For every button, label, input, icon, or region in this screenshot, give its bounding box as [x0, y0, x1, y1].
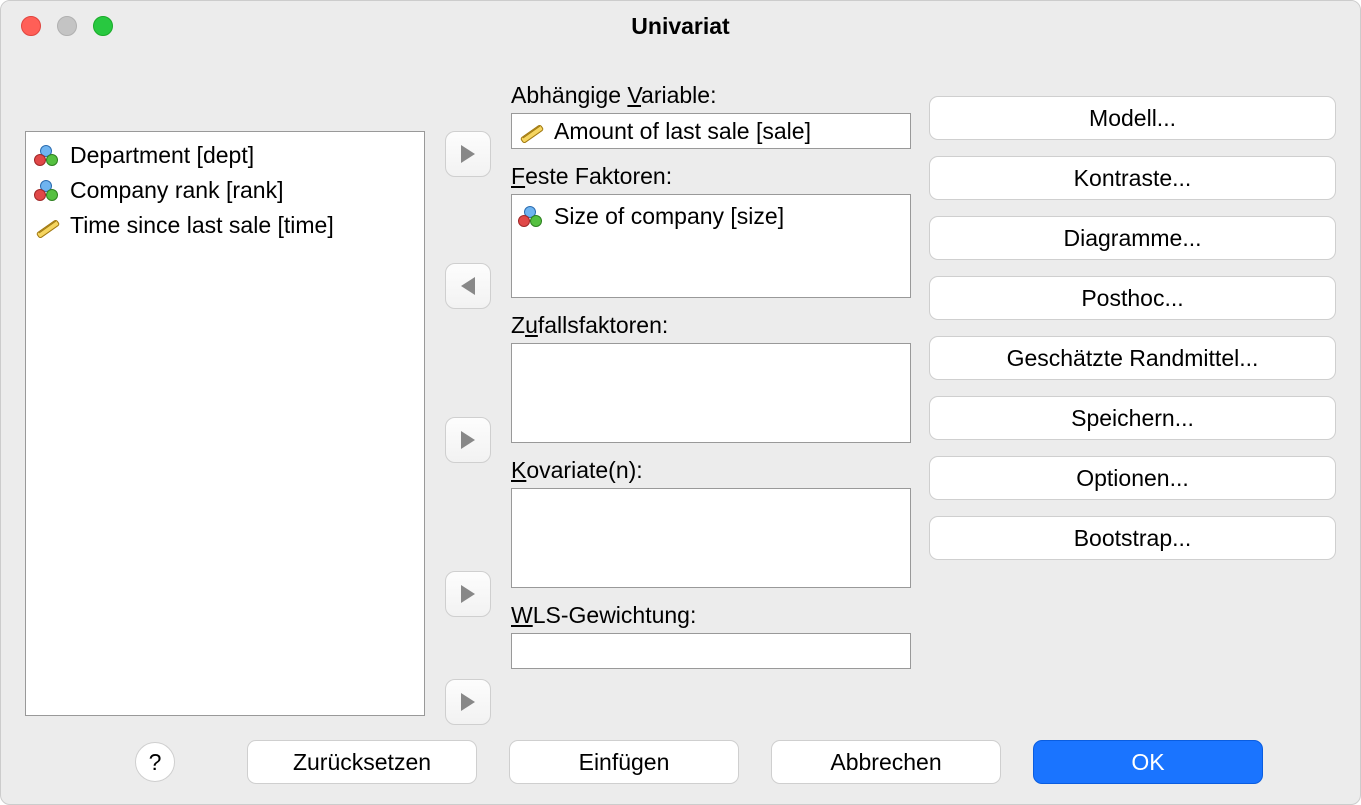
random-factors-field[interactable]	[511, 343, 911, 443]
move-to-wls-button[interactable]	[445, 679, 491, 725]
variable-label: Department [dept]	[70, 140, 254, 171]
source-variable-list[interactable]: Department [dept] Company rank [rank] Ti…	[25, 131, 425, 716]
dialog-body: Department [dept] Company rank [rank] Ti…	[1, 56, 1360, 804]
scale-icon	[518, 119, 546, 143]
zoom-window-button[interactable]	[93, 16, 113, 36]
model-button[interactable]: Modell...	[929, 96, 1336, 140]
fixed-factors-field[interactable]: Size of company [size]	[511, 194, 911, 298]
dependent-variable-label: Abhängige Variable:	[511, 82, 911, 109]
nominal-icon	[518, 205, 546, 229]
wls-weight-label: WLS-Gewichtung:	[511, 602, 911, 629]
move-to-random-button[interactable]	[445, 417, 491, 463]
paste-button[interactable]: Einfügen	[509, 740, 739, 784]
move-to-dependent-button[interactable]	[445, 131, 491, 177]
help-button[interactable]: ?	[135, 742, 175, 782]
variable-label: Size of company [size]	[554, 201, 784, 232]
plots-button[interactable]: Diagramme...	[929, 216, 1336, 260]
cancel-button[interactable]: Abbrechen	[771, 740, 1001, 784]
move-from-fixed-button[interactable]	[445, 263, 491, 309]
minimize-window-button[interactable]	[57, 16, 77, 36]
fixed-factors-label: Feste Faktoren:	[511, 163, 911, 190]
options-button[interactable]: Optionen...	[929, 456, 1336, 500]
covariates-field[interactable]	[511, 488, 911, 588]
close-window-button[interactable]	[21, 16, 41, 36]
random-factors-label: Zufallsfaktoren:	[511, 312, 911, 339]
scale-icon	[34, 214, 62, 238]
list-item[interactable]: Department [dept]	[34, 138, 416, 173]
window-controls	[21, 16, 113, 36]
window-title: Univariat	[631, 13, 729, 40]
move-to-covariate-button[interactable]	[445, 571, 491, 617]
save-button[interactable]: Speichern...	[929, 396, 1336, 440]
emmeans-button[interactable]: Geschätzte Randmittel...	[929, 336, 1336, 380]
wls-weight-field[interactable]	[511, 633, 911, 669]
list-item[interactable]: Size of company [size]	[518, 199, 904, 234]
titlebar: Univariat	[1, 1, 1360, 51]
variable-label: Time since last sale [time]	[70, 210, 334, 241]
dependent-variable-field[interactable]: Amount of last sale [sale]	[511, 113, 911, 149]
ok-button[interactable]: OK	[1033, 740, 1263, 784]
reset-button[interactable]: Zurücksetzen	[247, 740, 477, 784]
contrasts-button[interactable]: Kontraste...	[929, 156, 1336, 200]
dialog-window: Univariat Department [dept] Company rank…	[0, 0, 1361, 805]
nominal-icon	[34, 144, 62, 168]
posthoc-button[interactable]: Post hoc...	[929, 276, 1336, 320]
list-item[interactable]: Company rank [rank]	[34, 173, 416, 208]
covariates-label: Kovariate(n):	[511, 457, 911, 484]
dialog-footer: ? Zurücksetzen Einfügen Abbrechen OK	[25, 740, 1336, 784]
list-item[interactable]: Time since last sale [time]	[34, 208, 416, 243]
nominal-icon	[34, 179, 62, 203]
variable-label: Company rank [rank]	[70, 175, 283, 206]
bootstrap-button[interactable]: Bootstrap...	[929, 516, 1336, 560]
variable-label: Amount of last sale [sale]	[554, 118, 811, 145]
